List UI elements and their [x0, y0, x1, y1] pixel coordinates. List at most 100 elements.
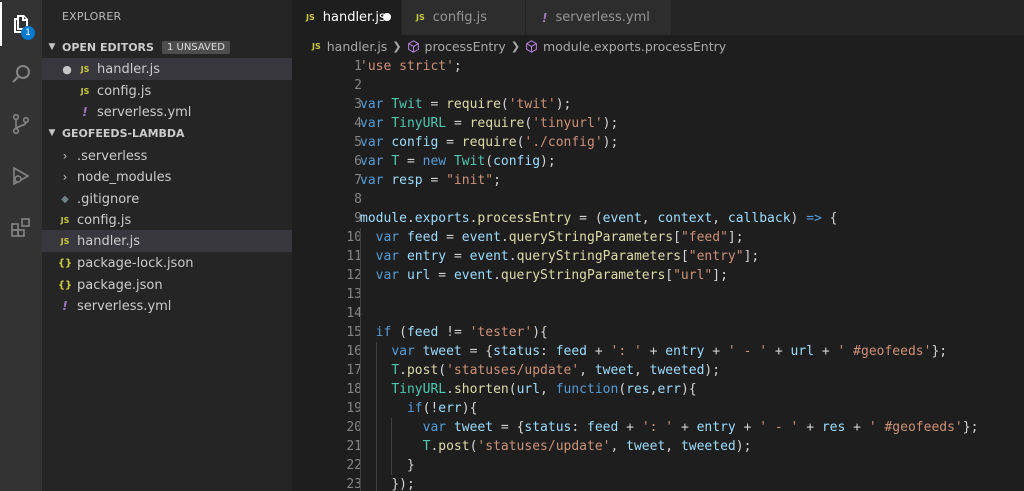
debug-icon — [13, 166, 30, 186]
line-number: 20 — [346, 420, 362, 435]
code-line[interactable]: } — [360, 456, 415, 475]
tab-handler-js[interactable]: JS handler.js — [292, 0, 401, 35]
project-label: GEOFEEDS-LAMBDA — [62, 126, 185, 140]
code-line[interactable]: TinyURL.shorten(url, function(res,err){ — [360, 380, 696, 399]
js-icon: JS — [306, 13, 315, 22]
open-editor-item[interactable]: ● JS handler.js — [42, 58, 292, 80]
explorer-activity-button[interactable]: 1 — [0, 2, 42, 46]
open-editor-item[interactable]: JS config.js — [42, 80, 292, 102]
line-number: 14 — [346, 306, 362, 321]
tree-item-label: config.js — [77, 212, 132, 228]
tab-serverless-yml[interactable]: ! serverless.yml — [526, 0, 671, 35]
code-line[interactable]: var resp = "init"; — [360, 171, 501, 190]
code-line[interactable]: }); — [360, 475, 414, 491]
code-line[interactable]: var T = new Twit(config); — [360, 152, 556, 171]
tab-bar: JS handler.js JS config.js ! serverless.… — [292, 0, 1024, 35]
open-editors-label: OPEN EDITORS — [62, 40, 154, 54]
code-line[interactable]: var tweet = {status: feed + ': ' + entry… — [360, 418, 979, 437]
code-line[interactable]: if (feed != 'tester'){ — [360, 323, 548, 342]
breadcrumb-item[interactable]: processEntry — [425, 39, 506, 54]
breadcrumb: JS handler.js ❯ processEntry ❯ module.ex… — [292, 35, 1024, 57]
indent-guide — [391, 418, 393, 475]
line-number: 10 — [346, 230, 362, 245]
sidebar-title: EXPLORER — [62, 10, 122, 23]
line-number: 12 — [346, 268, 362, 283]
tree-item-folder[interactable]: › .serverless — [42, 145, 292, 167]
chevron-right-icon: ❯ — [510, 39, 521, 53]
tree-item-label: .serverless — [77, 148, 148, 164]
line-number: 19 — [346, 401, 362, 416]
code-line[interactable]: T.post('statuses/update', tweet, tweeted… — [360, 361, 720, 380]
line-number: 2 — [354, 78, 362, 93]
code-line[interactable]: var TinyURL = require('tinyurl'); — [360, 114, 618, 133]
line-number: 9 — [354, 211, 362, 226]
code-line[interactable]: var entry = event.queryStringParameters[… — [360, 247, 760, 266]
code-editor[interactable]: 1'use strict'; 2 3 var Twit = require('twit… — [292, 57, 1024, 491]
code-line[interactable]: var config = require('./config'); — [360, 133, 618, 152]
line-number: 23 — [346, 477, 362, 491]
source-control-icon — [12, 113, 30, 135]
unsaved-dot-icon[interactable] — [383, 13, 391, 21]
json-icon: {} — [57, 279, 73, 291]
tab-config-js[interactable]: JS config.js — [402, 0, 525, 35]
tree-item-file[interactable]: {} package.json — [42, 274, 292, 296]
line-number: 15 — [346, 325, 362, 340]
method-cube-icon — [407, 39, 419, 53]
extensions-activity-button[interactable] — [0, 206, 42, 250]
yaml-icon: ! — [542, 10, 548, 25]
js-icon: JS — [416, 13, 425, 22]
code-line[interactable]: if(!err){ — [360, 399, 477, 418]
line-number: 8 — [354, 192, 362, 207]
line-number: 13 — [346, 287, 362, 302]
tree-item-label: package.json — [77, 277, 163, 293]
line-number: 16 — [346, 344, 362, 359]
explorer-sidebar: EXPLORER ▼ OPEN EDITORS 1 UNSAVED ● JS h… — [42, 0, 292, 491]
open-editors-header[interactable]: ▼ OPEN EDITORS 1 UNSAVED — [42, 36, 292, 58]
yaml-icon: ! — [62, 299, 68, 313]
line-number: 11 — [346, 249, 362, 264]
debug-activity-button[interactable] — [0, 154, 42, 198]
git-icon: ◆ — [61, 193, 69, 205]
search-icon — [12, 65, 30, 83]
open-editor-item[interactable]: ! serverless.yml — [42, 101, 292, 123]
breadcrumb-item[interactable]: handler.js — [327, 39, 388, 54]
source-control-activity-button[interactable] — [0, 102, 42, 146]
line-number: 21 — [346, 439, 362, 454]
line-number: 18 — [346, 382, 362, 397]
chevron-right-icon: › — [62, 149, 68, 163]
tree-item-file-selected[interactable]: JS handler.js — [42, 230, 292, 252]
tab-label: config.js — [432, 10, 488, 25]
tree-item-label: handler.js — [77, 233, 140, 249]
code-line[interactable]: 'use strict'; — [360, 57, 462, 76]
method-cube-icon — [526, 39, 537, 53]
code-line[interactable]: var feed = event.queryStringParameters["… — [360, 228, 744, 247]
breadcrumb-item[interactable]: module.exports.processEntry — [543, 39, 726, 54]
js-icon: JS — [80, 86, 90, 96]
js-icon: JS — [80, 64, 90, 74]
activity-bar: 1 — [0, 0, 42, 491]
search-activity-button[interactable] — [0, 52, 42, 96]
line-number: 3 — [354, 97, 362, 112]
project-header[interactable]: ▼ GEOFEEDS-LAMBDA — [42, 122, 292, 144]
tree-item-file[interactable]: ! serverless.yml — [42, 295, 292, 317]
code-line[interactable]: var url = event.queryStringParameters["u… — [360, 266, 728, 285]
code-line[interactable]: var Twit = require('twit'); — [360, 95, 571, 114]
js-icon: JS — [60, 236, 70, 246]
code-line[interactable]: module.exports.processEntry = (event, co… — [360, 209, 838, 228]
tree-item-folder[interactable]: › node_modules — [42, 166, 292, 188]
code-line[interactable]: var tweet = {status: feed + ': ' + entry… — [360, 342, 947, 361]
tree-item-file[interactable]: ◆ .gitignore — [42, 188, 292, 210]
unsaved-count-badge: 1 — [21, 26, 35, 40]
yaml-icon: ! — [82, 105, 88, 119]
code-line[interactable]: T.post('statuses/update', tweet, tweeted… — [360, 437, 752, 456]
tree-item-file[interactable]: {} package-lock.json — [42, 252, 292, 274]
tree-item-label: node_modules — [77, 169, 172, 185]
open-editor-label: handler.js — [97, 61, 160, 77]
line-number: 1 — [354, 59, 362, 74]
tree-item-file[interactable]: JS config.js — [42, 209, 292, 231]
indent-guide — [360, 228, 361, 491]
open-editor-label: serverless.yml — [97, 104, 192, 120]
indent-guide — [375, 342, 377, 491]
tab-label: handler.js — [322, 10, 386, 25]
extensions-icon — [11, 218, 30, 237]
